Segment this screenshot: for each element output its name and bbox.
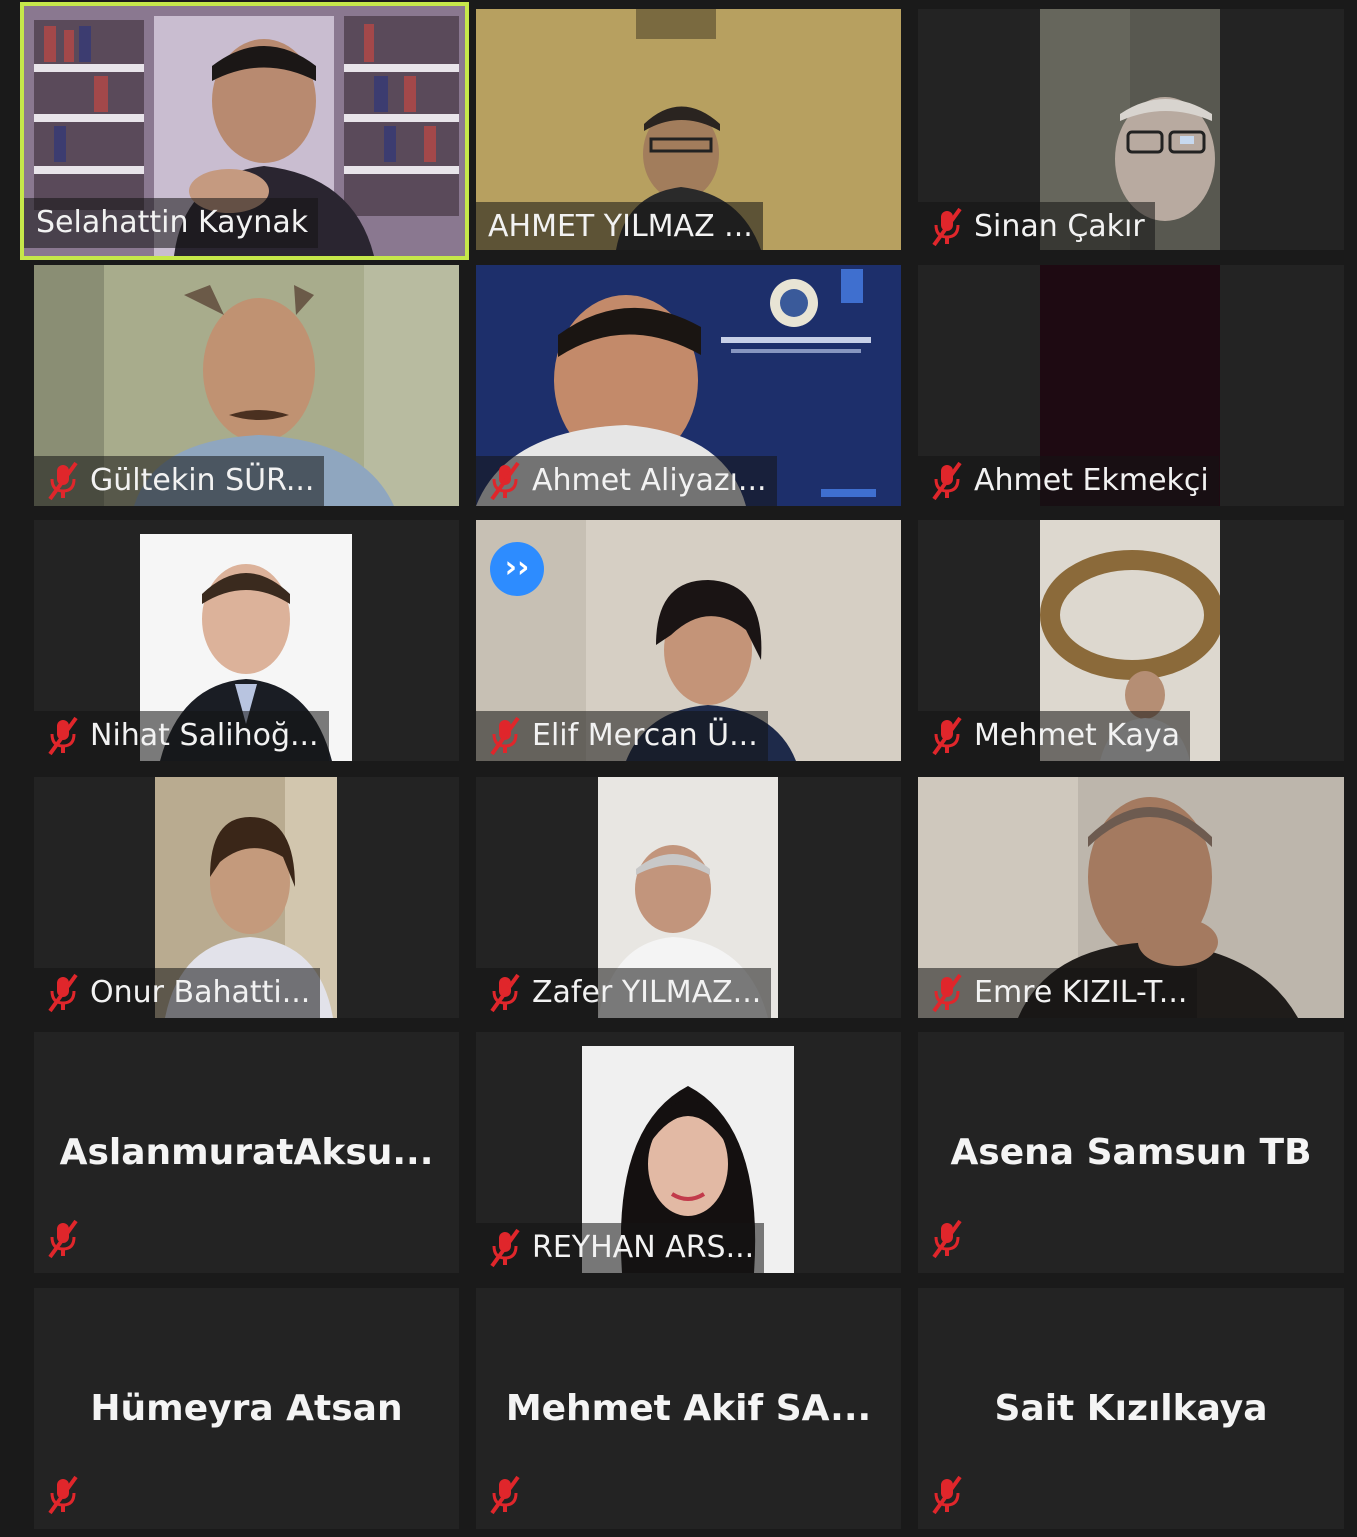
participant-name: AslanmuratAksu... <box>59 1132 434 1173</box>
participant-name: Ahmet Aliyazı... <box>532 463 767 498</box>
participant-name: Selahattin Kaynak <box>36 205 309 240</box>
video-tile-ahmet-ekmekci[interactable]: Ahmet Ekmekçi <box>918 265 1344 506</box>
participant-name: Onur Bahatti... <box>90 975 311 1010</box>
muted-microphone-icon <box>490 1475 520 1515</box>
participant-name-tag: Elif Mercan Ü... <box>476 711 768 761</box>
video-tile-ahmet-aliyazi[interactable]: Ahmet Aliyazı... <box>476 265 901 506</box>
participant-name: Nihat Salihoğ... <box>90 718 319 753</box>
video-tile-asena-samsun-tb[interactable]: Asena Samsun TB <box>918 1032 1344 1273</box>
participant-name-tag: Ahmet Aliyazı... <box>476 456 777 506</box>
participant-name: Sinan Çakır <box>974 209 1145 244</box>
participant-name: Elif Mercan Ü... <box>532 718 758 753</box>
video-tile-reyhan-ars[interactable]: REYHAN ARS... <box>476 1032 901 1273</box>
video-tile-sinan-cakir[interactable]: Sinan Çakır <box>918 9 1344 250</box>
video-tile-mehmet-kaya[interactable]: Mehmet Kaya <box>918 520 1344 761</box>
muted-microphone-icon <box>932 1219 962 1259</box>
video-tile-mehmet-akif-sa[interactable]: Mehmet Akif SA... <box>476 1288 901 1529</box>
muted-microphone-icon <box>490 1228 520 1268</box>
participant-name-tag: AHMET YILMAZ ... <box>476 202 763 250</box>
muted-microphone-icon <box>932 207 962 247</box>
participant-name: Gültekin SÜR... <box>90 463 315 498</box>
participant-name-tag: Sinan Çakır <box>918 202 1155 250</box>
participant-name: Asena Samsun TB <box>950 1132 1312 1173</box>
participant-name: Mehmet Kaya <box>974 718 1181 753</box>
muted-microphone-icon <box>48 973 78 1013</box>
video-tile-elif-mercan[interactable]: ›› Elif Mercan Ü... <box>476 520 901 761</box>
video-tile-nihat-salihoglu[interactable]: Nihat Salihoğ... <box>34 520 459 761</box>
video-tile-ahmet-yilmaz[interactable]: AHMET YILMAZ ... <box>476 9 901 250</box>
participant-name: Emre KIZIL-T... <box>974 975 1188 1010</box>
video-tile-emre-kizil[interactable]: Emre KIZIL-T... <box>918 777 1344 1018</box>
participant-name-tag: Nihat Salihoğ... <box>34 711 329 761</box>
muted-microphone-icon <box>490 716 520 756</box>
muted-microphone-icon <box>48 1219 78 1259</box>
participant-name-tag: Ahmet Ekmekçi <box>918 456 1219 506</box>
muted-microphone-icon <box>48 1475 78 1515</box>
participant-name: Mehmet Akif SA... <box>505 1388 872 1429</box>
participant-name: Sait Kızılkaya <box>994 1388 1268 1429</box>
video-tile-aslanmurat-aksu[interactable]: AslanmuratAksu... <box>34 1032 459 1273</box>
participant-name: Hümeyra Atsan <box>90 1388 403 1429</box>
participant-name-tag: REYHAN ARS... <box>476 1223 765 1273</box>
participant-name-tag: Selahattin Kaynak <box>24 198 319 248</box>
participant-name: Ahmet Ekmekçi <box>974 463 1209 498</box>
muted-microphone-icon <box>932 1475 962 1515</box>
video-tile-selahattin-kaynak[interactable]: Selahattin Kaynak <box>20 2 469 260</box>
muted-microphone-icon <box>932 461 962 501</box>
muted-microphone-icon <box>48 716 78 756</box>
muted-microphone-icon <box>932 716 962 756</box>
participant-name-tag: Zafer YILMAZ... <box>476 968 772 1018</box>
video-tile-humeyra-atsan[interactable]: Hümeyra Atsan <box>34 1288 459 1529</box>
participant-name-tag: Gültekin SÜR... <box>34 456 325 506</box>
video-tile-gultekin-sur[interactable]: Gültekin SÜR... <box>34 265 459 506</box>
muted-microphone-icon <box>932 973 962 1013</box>
participant-name: Zafer YILMAZ... <box>532 975 762 1010</box>
participant-name-tag: Emre KIZIL-T... <box>918 968 1198 1018</box>
muted-microphone-icon <box>490 973 520 1013</box>
video-tile-sait-kizilkaya[interactable]: Sait Kızılkaya <box>918 1288 1344 1529</box>
muted-microphone-icon <box>48 461 78 501</box>
video-tile-onur-bahattin[interactable]: Onur Bahatti... <box>34 777 459 1018</box>
participant-name: AHMET YILMAZ ... <box>488 209 753 244</box>
fast-forward-icon[interactable]: ›› <box>490 542 544 596</box>
participant-name-tag: Onur Bahatti... <box>34 968 321 1018</box>
muted-microphone-icon <box>490 461 520 501</box>
participant-name: REYHAN ARS... <box>532 1230 755 1265</box>
video-tile-zafer-yilmaz[interactable]: Zafer YILMAZ... <box>476 777 901 1018</box>
participant-name-tag: Mehmet Kaya <box>918 711 1191 761</box>
